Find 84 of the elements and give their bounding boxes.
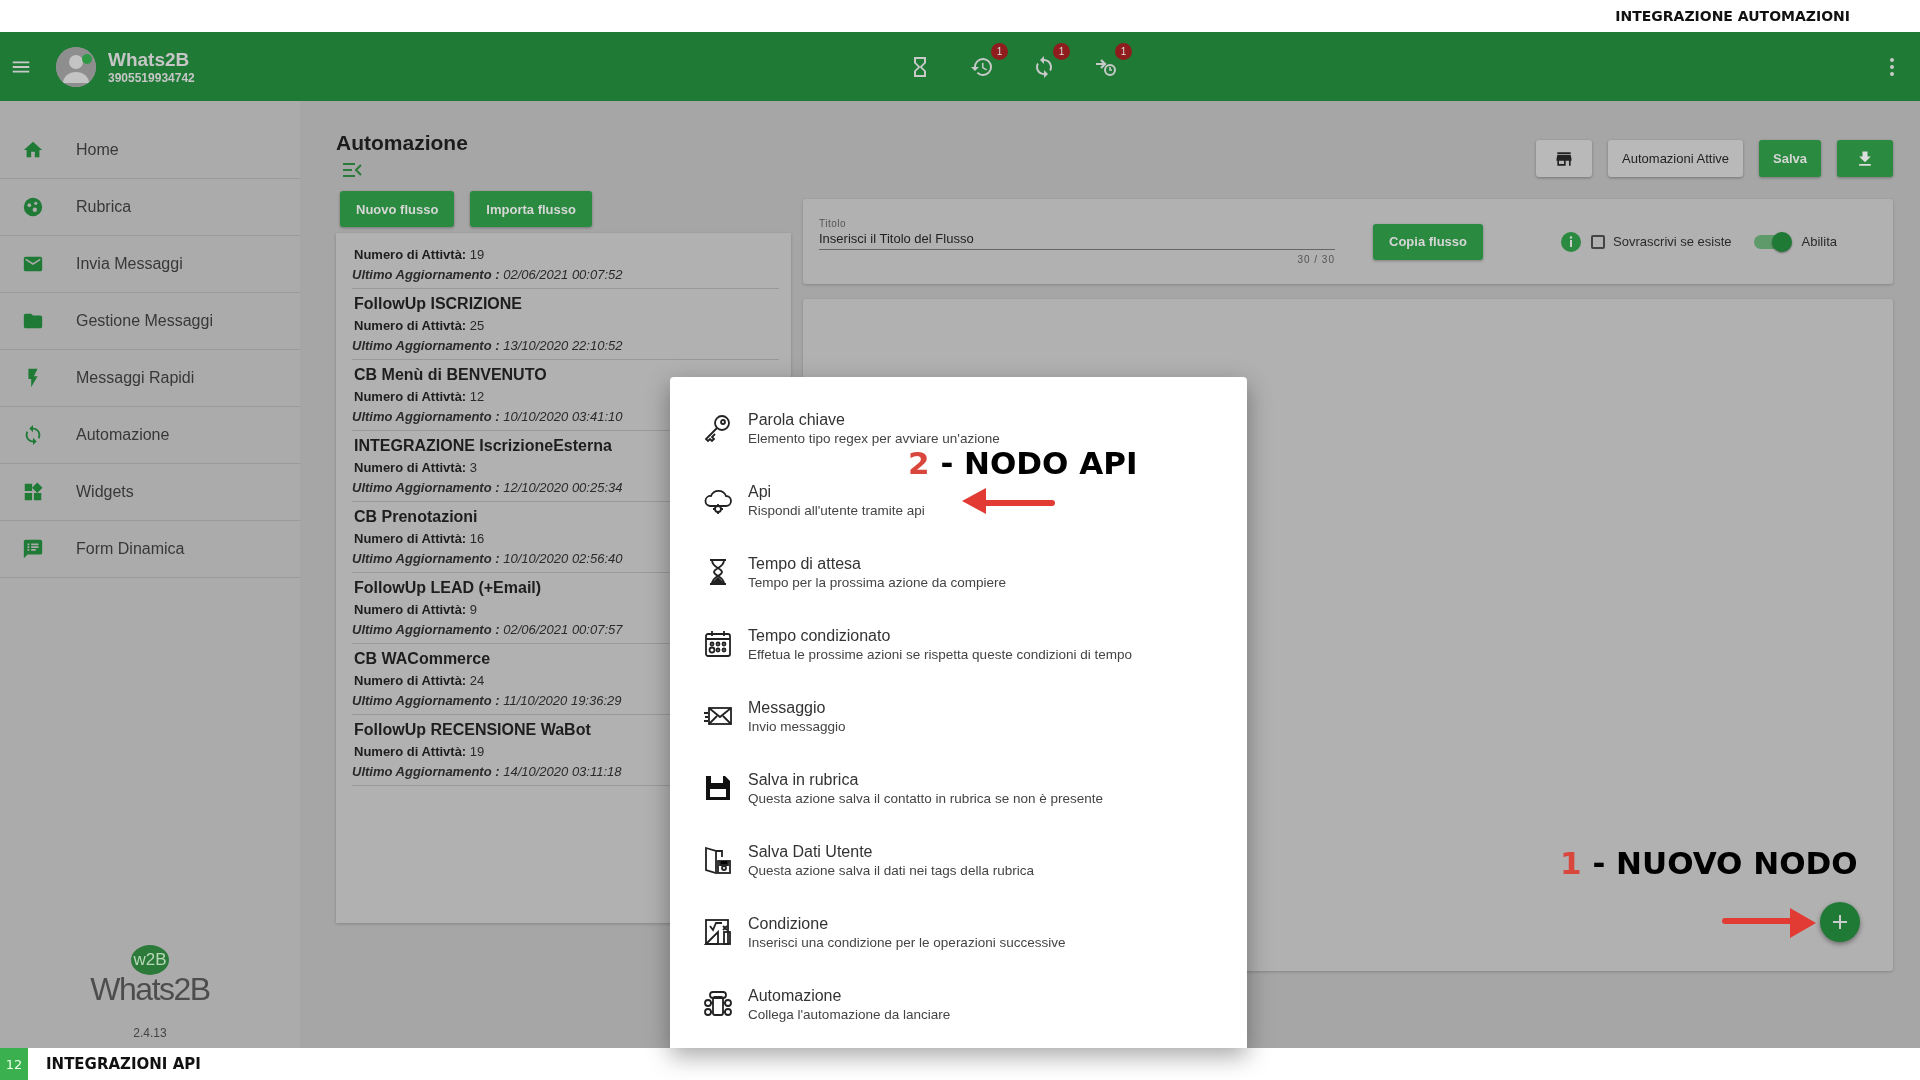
menu-item[interactable]: Condizione Inserisci una condizione per le operazioni successive xyxy=(702,914,1066,950)
menu-item[interactable]: Salva Dati Utente Questa azione salva il dati nei tags della rubrica xyxy=(702,842,1034,878)
menu-item[interactable]: Tempo condizionato Effetua le prossime azioni se rispetta queste condizioni di tempo xyxy=(702,626,1132,662)
flow-title[interactable]: FollowUp ISCRIZIONE xyxy=(352,295,522,313)
menu-item-title: Tempo di attesa xyxy=(748,554,862,573)
menu-item-title: Salva Dati Utente xyxy=(748,842,874,861)
ruler-board-icon xyxy=(702,916,734,948)
palette-icon xyxy=(22,196,44,218)
notification-badge: 1 xyxy=(1053,42,1070,60)
menu-item-description: Questa azione salva il contatto in rubrica se non è presente xyxy=(748,790,1103,806)
checkbox[interactable] xyxy=(1591,234,1606,249)
menu-item-title: Messaggio xyxy=(748,698,827,717)
menu-item-title: Parola chiave xyxy=(748,410,846,429)
toggle-label: Abilita xyxy=(1801,234,1837,249)
last-update: Ultimo Aggiornamento : 13/10/2020 22:10:52 xyxy=(352,338,623,353)
last-update: Ultimo Aggiornamento : 10/10/2020 03:41:10 xyxy=(352,409,623,424)
menu-item-title: Automazione xyxy=(748,986,843,1005)
page-number: 12 xyxy=(0,1048,28,1080)
menu-item[interactable]: Salva in rubrica Questa azione salva il contatto in rubrica se non è presente xyxy=(702,770,1103,806)
character-counter: 30 / 30 xyxy=(1297,254,1335,265)
activity-count: Numero di Attivtà: 25 xyxy=(353,318,485,333)
menu-item[interactable]: Automazione Collega l'automazione da lanciare xyxy=(702,986,951,1022)
flow-title[interactable]: FollowUp RECENSIONE WaBot xyxy=(352,721,591,739)
chat-list-icon xyxy=(22,538,44,560)
menu-item-description: Questa azione salva il dati nei tags della rubrica xyxy=(748,862,1034,878)
plus-icon xyxy=(1831,913,1849,931)
account-name: Whats2B xyxy=(108,48,191,71)
version-label: 2.4.13 xyxy=(133,1026,167,1040)
menu-item-title: Condizione xyxy=(748,914,830,933)
menu-item-title: Tempo condizionato xyxy=(748,626,892,645)
activity-count: Numero di Attivtà: 16 xyxy=(353,531,485,546)
menu-item-description: Rispondi all'utente tramite api xyxy=(748,502,925,518)
flow-title[interactable]: CB WACommerce xyxy=(352,650,491,668)
menu-item-title: Api xyxy=(748,482,773,501)
section-title: INTEGRAZIONI API xyxy=(46,1055,201,1073)
door-disk-icon xyxy=(702,844,734,876)
menu-item-description: Elemento tipo regex per avviare un'azione xyxy=(748,430,1000,446)
checkbox-label: Sovrascrivi se esiste xyxy=(1613,234,1732,249)
page-title: Automazione xyxy=(336,131,469,155)
store-button[interactable] xyxy=(1536,140,1593,177)
activity-count: Numero di Attivtà: 19 xyxy=(353,744,485,759)
enable-toggle[interactable] xyxy=(1753,234,1790,249)
last-update: Ultimo Aggiornamento : 02/06/2021 00:07:52 xyxy=(352,267,623,282)
last-update: Ultimo Aggiornamento : 02/06/2021 00:07:57 xyxy=(352,622,623,637)
collapse-list-icon[interactable] xyxy=(342,161,362,179)
widgets-icon xyxy=(22,481,44,503)
avatar xyxy=(56,46,96,87)
menu-item-description: Effetua le prossime azioni se rispetta queste condizioni di tempo xyxy=(748,646,1132,662)
activity-count: Numero di Attivtà: 24 xyxy=(353,673,485,688)
menu-item-description: Collega l'automazione da lanciare xyxy=(748,1006,951,1022)
download-button[interactable] xyxy=(1837,140,1893,177)
calendar-icon xyxy=(702,628,734,660)
activity-count: Numero di Attivtà: 12 xyxy=(353,389,485,404)
flow-title[interactable]: CB Menù di BENVENUTO xyxy=(352,366,547,384)
annotation-label: 1 - NUOVO NODO xyxy=(1560,848,1858,879)
page-header: INTEGRAZIONE AUTOMAZIONI xyxy=(1615,8,1850,24)
flow-title[interactable]: CB Prenotazioni xyxy=(352,508,478,526)
menu-item[interactable]: Messaggio Invio messaggio xyxy=(702,698,846,734)
menu-item-description: Inserisci una condizione per le operazioni successive xyxy=(748,934,1066,950)
menu-item-description: Tempo per la prossima azione da compiere xyxy=(748,574,1007,590)
last-update: Ultimo Aggiornamento : 14/10/2020 03:11:18 xyxy=(352,764,622,779)
notification-badge: 1 xyxy=(1115,42,1132,60)
flow-title[interactable]: INTEGRAZIONE IscrizioneEsterna xyxy=(352,437,612,455)
add-node-button[interactable] xyxy=(1820,902,1860,942)
last-update: Ultimo Aggiornamento : 10/10/2020 02:56:40 xyxy=(352,551,623,566)
field-label: Titolo xyxy=(819,218,848,229)
info-icon[interactable] xyxy=(1561,231,1582,252)
menu-item-title: Salva in rubrica xyxy=(748,770,860,789)
menu-item[interactable]: Tempo di attesa Tempo per la prossima azione da compiere xyxy=(702,554,1007,590)
notification-badge: 1 xyxy=(991,42,1008,60)
last-update: Ultimo Aggiornamento : 11/10/2020 19:36:29 xyxy=(352,693,622,708)
menu-item[interactable]: Parola chiave Elemento tipo regex per avviare un'azione xyxy=(702,410,1000,446)
activity-count: Numero di Attivtà: 19 xyxy=(353,247,485,262)
activity-count: Numero di Attivtà: 9 xyxy=(353,602,478,617)
activity-count: Numero di Attivtà: 3 xyxy=(353,460,478,475)
annotation-label: 2 - NODO API xyxy=(908,448,1138,479)
menu-item[interactable]: Api Rispondi all'utente tramite api xyxy=(702,482,925,518)
active-automations-button[interactable]: Automazioni Attive xyxy=(1608,140,1743,177)
phone-number: 3905519934742 xyxy=(108,70,196,85)
logo-badge: w2B xyxy=(131,945,169,975)
menu-item-description: Invio messaggio xyxy=(748,718,846,734)
last-update: Ultimo Aggiornamento : 12/10/2020 00:25:34 xyxy=(352,480,623,495)
title-input[interactable]: Inserisci il Titolo del Flusso xyxy=(819,229,1335,246)
flow-title[interactable]: FollowUp LEAD (+Email) xyxy=(352,579,542,597)
